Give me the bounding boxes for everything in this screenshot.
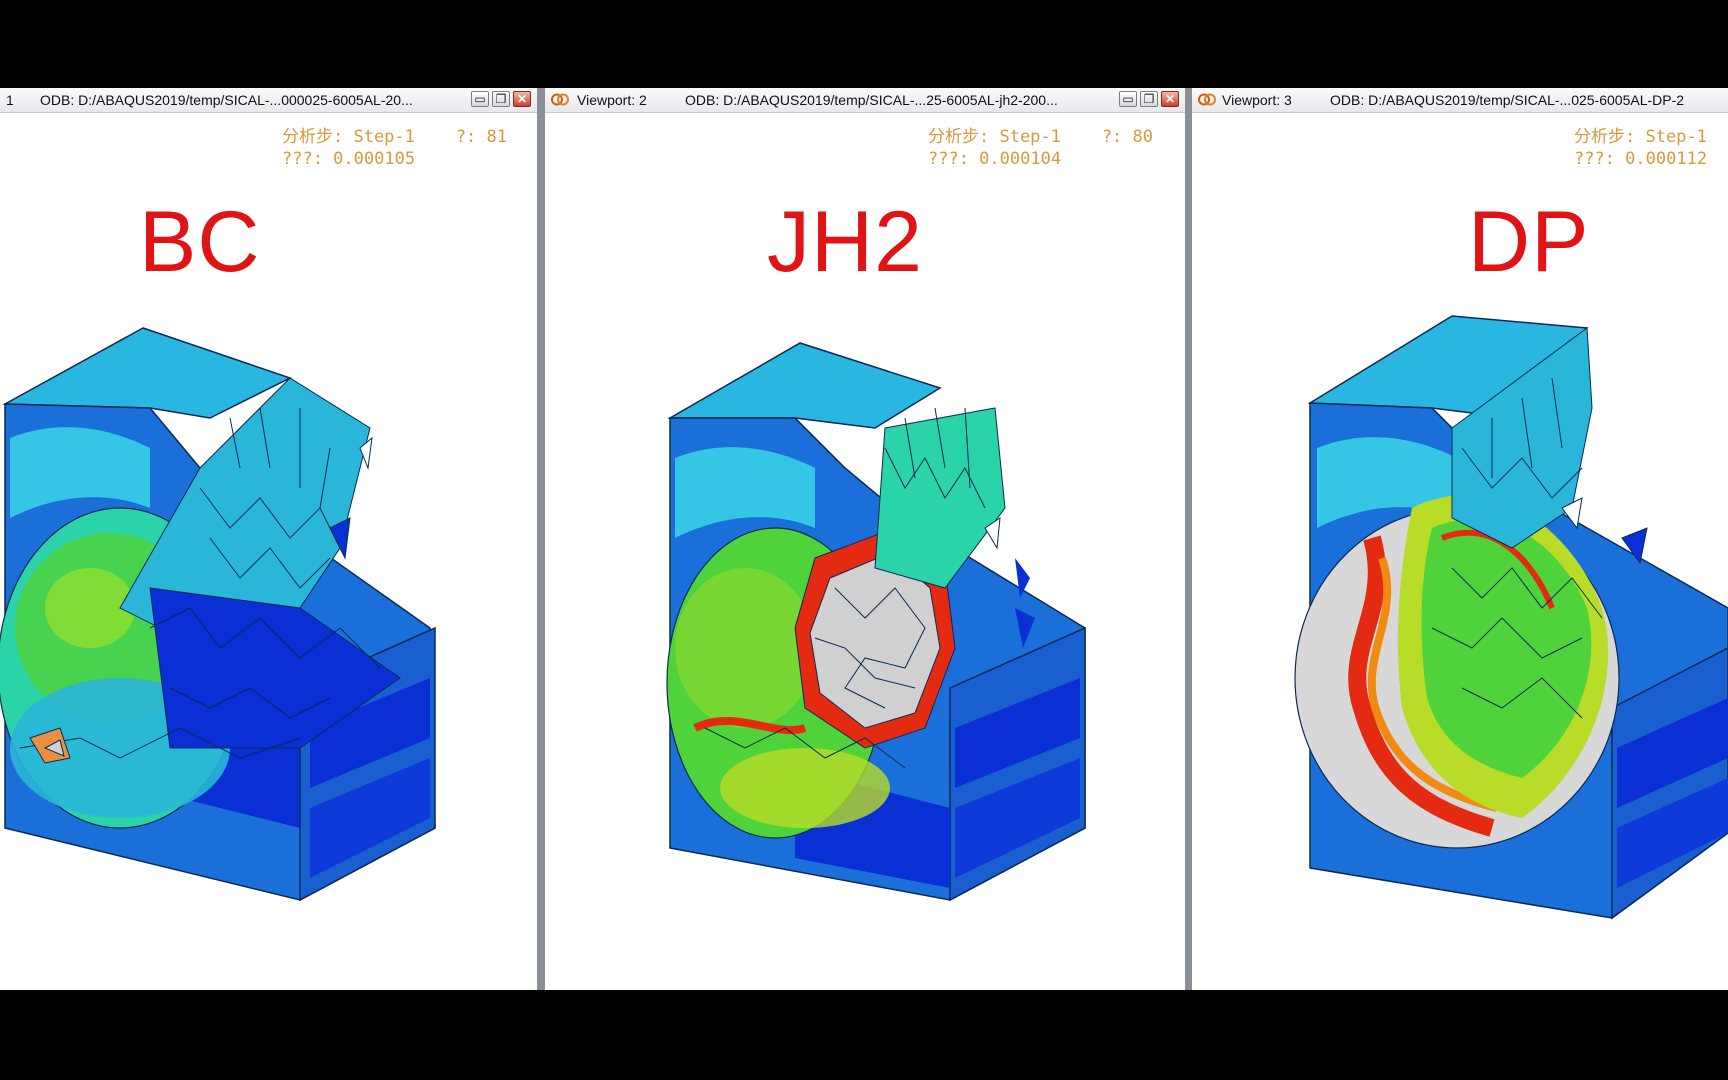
- fea-model-jh2: [666, 342, 1086, 902]
- viewport-2[interactable]: Viewport: 2 ODB: D:/ABAQUS2019/temp/SICA…: [545, 88, 1185, 990]
- fea-model-dp: [1294, 315, 1728, 920]
- fea-model-bc: [0, 327, 436, 902]
- viewport-divider[interactable]: [537, 88, 545, 990]
- viewport-3[interactable]: Viewport: 3 ODB: D:/ABAQUS2019/temp/SICA…: [1192, 88, 1728, 990]
- viewport-1[interactable]: 1 ODB: D:/ABAQUS2019/temp/SICAL-...00002…: [0, 88, 537, 990]
